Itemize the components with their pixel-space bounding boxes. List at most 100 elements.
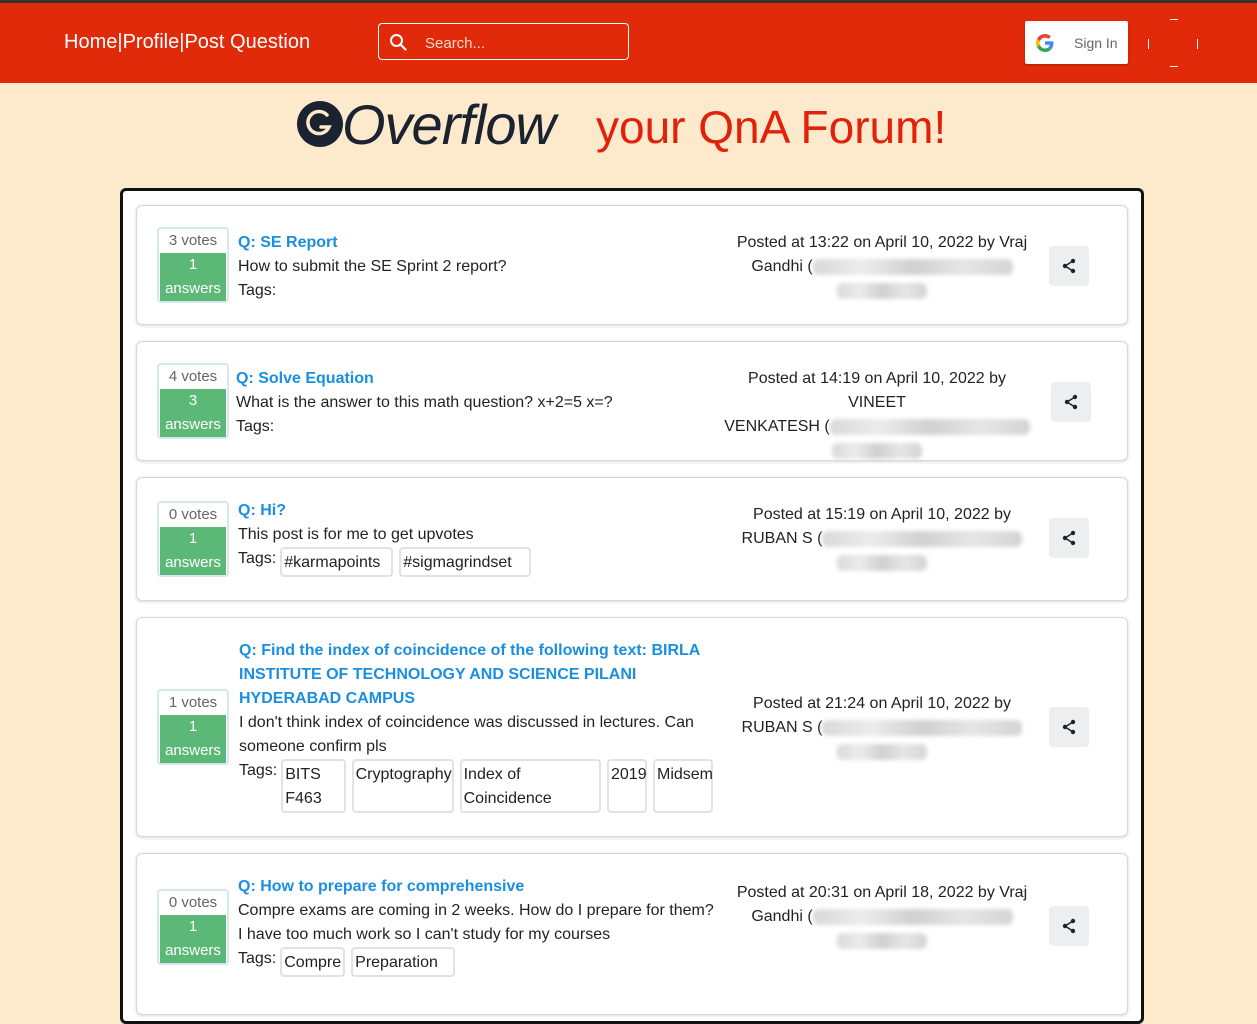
share-icon — [1062, 530, 1076, 546]
answer-count: 1 — [188, 256, 198, 273]
site-tagline: your QnA Forum! — [596, 101, 947, 153]
site-brand: Overflow — [342, 93, 556, 156]
answer-count-badge: 1 answers — [160, 253, 226, 301]
question-body: Q: Hi? This post is for me to get upvote… — [238, 499, 718, 577]
share-button[interactable] — [1049, 246, 1089, 286]
question-card: 3 votes 1 answers Q: SE Report How to su… — [136, 205, 1128, 325]
sign-in-label: Sign In — [1074, 35, 1118, 51]
body-line: I don't think index of coincidence was d… — [239, 714, 694, 731]
answer-count-badge: 1 answers — [160, 915, 226, 963]
user-menu-placeholder[interactable] — [1148, 19, 1198, 67]
redacted-email — [822, 719, 1023, 736]
post-meta: Posted at 13:22 on April 10, 2022 by Vra… — [732, 231, 1032, 303]
question-text: What is the answer to this math question… — [236, 394, 613, 411]
nav-home-link[interactable]: Home — [64, 31, 117, 53]
body-line: Compre exams are coming in 2 weeks. How … — [238, 902, 714, 919]
tag-chip-line: Cryptography — [355, 766, 452, 783]
nav-links: Home|Profile|Post Question — [64, 31, 310, 54]
answer-count: 3 — [188, 392, 198, 409]
posted-info: Posted at 14:19 on April 10, 2022 by VIN… — [748, 370, 1006, 411]
posted-info: Posted at 15:19 on April 10, 2022 by — [753, 506, 1011, 523]
vote-count: 3 votes — [168, 232, 218, 249]
redacted-email — [829, 418, 1030, 435]
tag-chip-line: Midsem — [657, 766, 714, 783]
vote-count: 0 votes — [168, 506, 218, 523]
answer-label: answers — [165, 416, 221, 433]
answer-label: answers — [165, 554, 221, 571]
redacted-email — [832, 442, 922, 459]
google-logo-icon — [1036, 34, 1054, 52]
author-name: RUBAN S ( — [741, 530, 823, 547]
tag-chip[interactable]: BITS F463 — [281, 759, 346, 813]
author-name: VENKATESH ( — [724, 418, 830, 435]
search-input[interactable] — [423, 32, 617, 54]
question-title-link[interactable]: Q: Find the index of coincidence of the … — [239, 639, 719, 711]
redacted-email — [837, 743, 927, 760]
tags-label: Tags: — [238, 950, 277, 967]
tag-chip[interactable]: Index of Coincidence — [459, 759, 601, 813]
question-body: Q: How to prepare for comprehensive Comp… — [238, 875, 718, 977]
question-title-link[interactable]: Q: How to prepare for comprehensive — [238, 875, 718, 899]
vote-count: 1 votes — [168, 694, 218, 711]
question-body: Q: Solve Equation What is the answer to … — [236, 367, 716, 439]
tag-chip[interactable]: Midsem — [653, 759, 713, 813]
redacted-email — [837, 282, 927, 299]
tag-chip-line: Index of — [463, 766, 521, 783]
title-line: HYDERABAD CAMPUS — [239, 690, 416, 707]
body-line: someone confirm pls — [239, 738, 387, 755]
question-title-link[interactable]: Q: SE Report — [238, 231, 718, 255]
search-box[interactable] — [378, 23, 629, 60]
answer-count: 1 — [188, 918, 198, 935]
posted-info: Posted at 20:31 on April 18, 2022 by Vra… — [736, 884, 1028, 901]
tag-chip[interactable]: 2019 — [607, 759, 647, 813]
author-name: RUBAN S ( — [741, 719, 823, 736]
share-button[interactable] — [1049, 707, 1089, 747]
question-title-link[interactable]: Q: Hi? — [238, 499, 718, 523]
answer-count: 1 — [188, 530, 198, 547]
tag-chip[interactable]: Preparation — [351, 947, 456, 977]
question-text: I don't think index of coincidence was d… — [239, 711, 719, 759]
question-card: 4 votes 3 answers Q: Solve Equation What… — [136, 341, 1128, 461]
tag-chip[interactable]: #sigmagrindset — [399, 547, 532, 577]
title-line: INSTITUTE OF TECHNOLOGY AND SCIENCE PILA… — [239, 666, 637, 683]
vote-answer-box: 4 votes 3 answers — [157, 363, 229, 439]
nav-post-question-link[interactable]: Post Question — [184, 31, 310, 53]
redacted-email — [812, 908, 1013, 925]
author-name: Gandhi ( — [751, 258, 813, 275]
post-meta: Posted at 20:31 on April 18, 2022 by Vra… — [732, 881, 1032, 953]
redacted-email — [822, 530, 1023, 547]
vote-answer-box: 0 votes 1 answers — [157, 889, 229, 965]
questions-board: 3 votes 1 answers Q: SE Report How to su… — [120, 188, 1144, 1024]
answer-label: answers — [165, 942, 221, 959]
question-card: 0 votes 1 answers Q: How to prepare for … — [136, 853, 1128, 1015]
posted-info: Posted at 21:24 on April 10, 2022 by — [753, 695, 1011, 712]
share-button[interactable] — [1051, 382, 1091, 422]
share-button[interactable] — [1049, 518, 1089, 558]
tag-chip[interactable]: Compre — [280, 947, 346, 977]
google-sign-in-button[interactable]: Sign In — [1025, 21, 1128, 64]
share-button[interactable] — [1049, 906, 1089, 946]
share-icon — [1062, 918, 1076, 934]
answer-count-badge: 1 answers — [160, 715, 226, 763]
answer-count-badge: 3 answers — [160, 389, 226, 437]
vote-count: 0 votes — [168, 894, 218, 911]
tags-label: Tags: — [238, 550, 277, 567]
tag-chip-line: BITS — [285, 766, 321, 783]
tag-chip-line: F463 — [285, 790, 322, 807]
search-icon — [390, 34, 407, 51]
vote-answer-box: 0 votes 1 answers — [157, 501, 229, 577]
g-logo-icon — [297, 101, 343, 147]
question-title-link[interactable]: Q: Solve Equation — [236, 367, 716, 391]
tags-label: Tags: — [238, 282, 277, 299]
vote-count: 4 votes — [168, 368, 218, 385]
tag-chip[interactable]: #karmapoints — [280, 547, 394, 577]
posted-info: Posted at 13:22 on April 10, 2022 by Vra… — [736, 234, 1028, 251]
tag-chip[interactable]: Cryptography — [351, 759, 454, 813]
tags-row: Tags: #karmapoints #sigmagrindset — [238, 547, 718, 577]
question-text: Compre exams are coming in 2 weeks. How … — [238, 899, 718, 947]
post-meta: Posted at 14:19 on April 10, 2022 by VIN… — [717, 367, 1037, 463]
share-icon — [1062, 258, 1076, 274]
question-text: This post is for me to get upvotes — [238, 526, 474, 543]
redacted-email — [837, 554, 927, 571]
nav-profile-link[interactable]: Profile — [123, 31, 180, 53]
